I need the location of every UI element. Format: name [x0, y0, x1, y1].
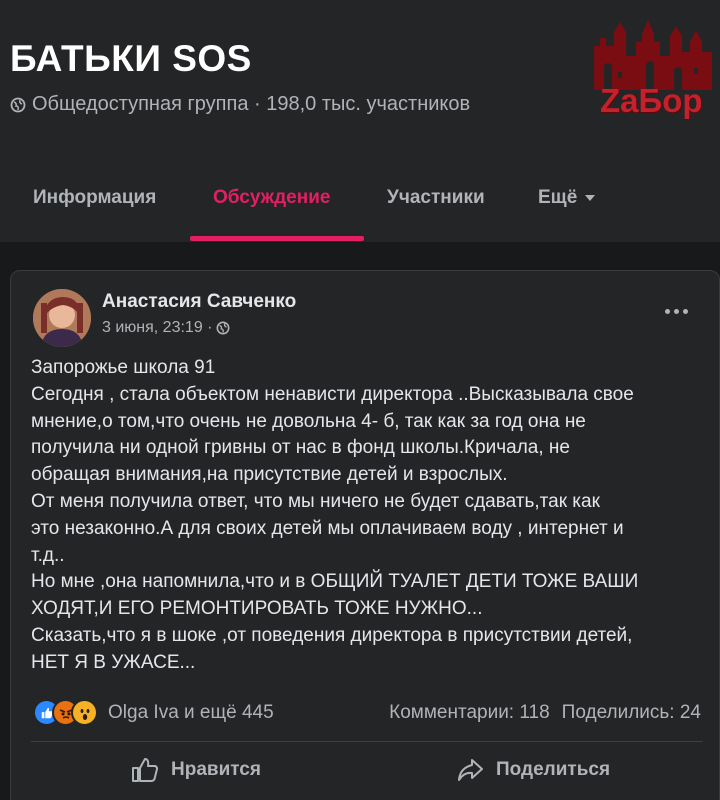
tab-discussion[interactable]: Обсуждение — [213, 187, 330, 209]
active-tab-indicator — [190, 236, 364, 241]
post-author[interactable]: Анастасия Савченко — [102, 291, 296, 313]
group-meta: Общедоступная группа · 198,0 тыс. участн… — [10, 93, 470, 116]
group-header: БАТЬКИ SOS Общедоступная группа · 198,0 … — [0, 0, 720, 242]
post-line: ХОДЯТ,И ЕГО РЕМОНТИРОВАТЬ ТОЖЕ НУЖНО... — [31, 598, 483, 620]
post-text: Запорожье школа 91 Сегодня , стала объек… — [31, 355, 706, 677]
post-line: обращая внимания,на присутствие детей и … — [31, 464, 508, 486]
post-line: т.д.. — [31, 544, 65, 566]
post-time: 3 июня, 23:19 · — [102, 319, 230, 337]
tab-more[interactable]: Ещё — [538, 187, 596, 209]
group-tabs: Информация Обсуждение Участники Ещё — [0, 165, 720, 242]
comments-count[interactable]: Комментарии: 118 — [389, 702, 550, 724]
tab-members[interactable]: Участники — [387, 187, 485, 209]
wow-reaction-icon — [71, 699, 98, 726]
group-title[interactable]: БАТЬКИ SOS — [10, 38, 252, 80]
post-line: Сказать,что я в шоке ,от поведения дирек… — [31, 624, 633, 646]
post-line: получила ни одной гривны от нас в фонд ш… — [31, 437, 570, 459]
post-line: Запорожье школа 91 — [31, 357, 216, 378]
caret-down-icon — [585, 194, 596, 201]
share-label: Поделиться — [496, 759, 611, 780]
globe-icon — [217, 321, 230, 335]
logo-text: ZaБор — [600, 82, 703, 119]
castle-icon — [594, 20, 712, 90]
share-button[interactable]: Поделиться — [456, 757, 610, 783]
tab-more-label: Ещё — [538, 187, 578, 208]
post-line: От меня получила ответ, что мы ничего не… — [31, 490, 600, 512]
post-line: мнение,о том,что очень не довольна 4- б,… — [31, 410, 586, 432]
post-line: Но мне ,она напомнила,что и в ОБЩИЙ ТУАЛ… — [31, 571, 639, 593]
shares-count[interactable]: Поделились: 24 — [562, 702, 701, 724]
actions-divider — [31, 741, 703, 742]
watermark-logo: ZaБор — [590, 12, 718, 124]
post-time-text[interactable]: 3 июня, 23:19 · — [102, 319, 212, 337]
tab-info[interactable]: Информация — [33, 187, 156, 209]
reactions-summary[interactable]: Olga Iva и ещё 445 — [33, 699, 274, 726]
post-line: НЕТ Я В УЖАСЕ... — [31, 651, 196, 673]
like-button[interactable]: Нравится — [131, 757, 261, 783]
post-card: Анастасия Савченко 3 июня, 23:19 · Запор… — [10, 270, 720, 800]
thumbs-up-icon — [132, 758, 158, 782]
like-label: Нравится — [171, 759, 261, 780]
globe-icon — [10, 97, 26, 112]
avatar[interactable] — [33, 289, 91, 347]
group-meta-text: Общедоступная группа · 198,0 тыс. участн… — [32, 93, 471, 115]
post-line: Сегодня , стала объектом ненависти дирек… — [31, 383, 634, 405]
more-options-icon[interactable] — [661, 301, 691, 321]
share-icon — [458, 759, 483, 781]
post-line: это незаконно.А для своих детей мы оплач… — [31, 517, 624, 539]
reactions-text[interactable]: Olga Iva и ещё 445 — [108, 702, 274, 724]
post-stats: Комментарии: 118 Поделились: 24 — [389, 702, 701, 724]
